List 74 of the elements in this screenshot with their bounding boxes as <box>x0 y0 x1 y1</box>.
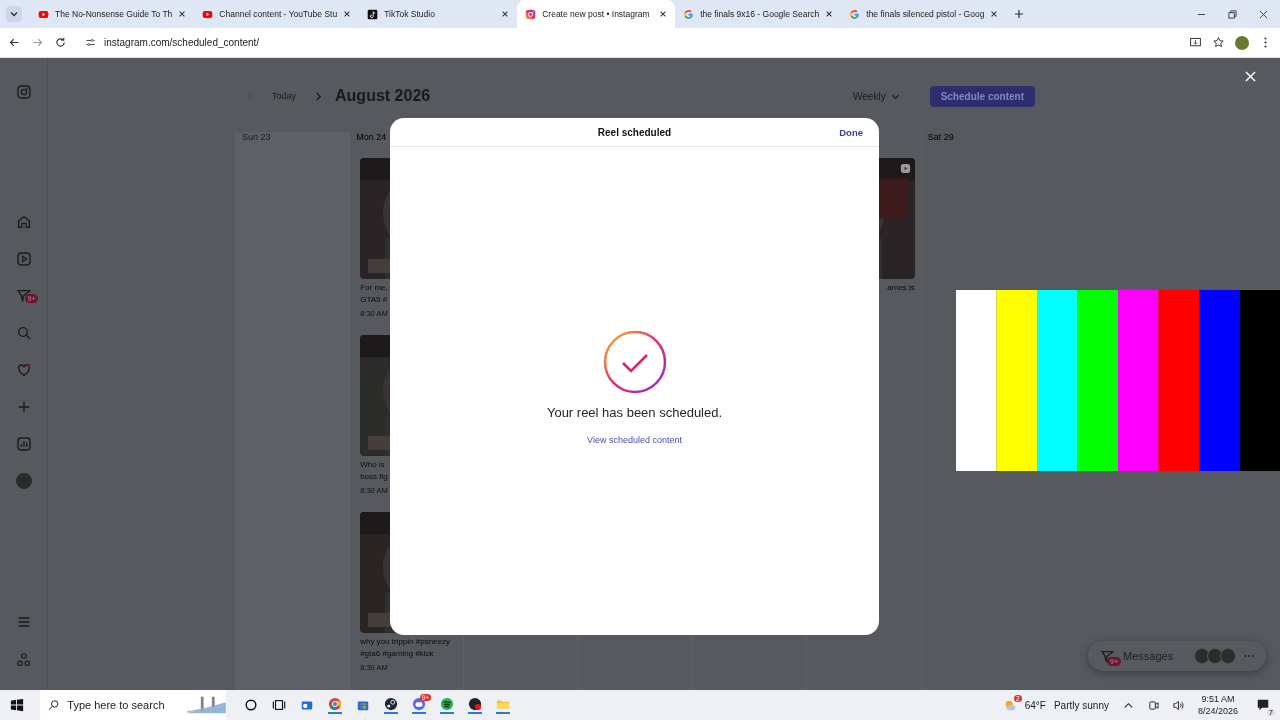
post-caption: Who is <box>360 459 386 471</box>
reload-icon[interactable] <box>54 36 67 49</box>
post-caption: For me, <box>360 282 389 294</box>
temperature: 64°F <box>1024 699 1046 711</box>
weather-label: Partly sunny <box>1053 699 1109 711</box>
close-icon[interactable] <box>990 10 999 18</box>
taskbar-search-field[interactable]: Type here to search <box>40 690 226 720</box>
letter-g-icon <box>683 8 695 20</box>
play-icon <box>899 163 911 174</box>
done-button[interactable]: Done <box>833 125 869 139</box>
search-icon <box>48 698 60 712</box>
dialog-title: Reel scheduled <box>597 126 672 138</box>
camera-icon <box>525 8 537 20</box>
avatar-stack <box>1197 648 1237 664</box>
chart-icon[interactable] <box>15 436 32 452</box>
letter-g-icon <box>849 8 861 20</box>
post-caption: why you trippin #psneezy <box>360 636 451 648</box>
close-icon[interactable] <box>825 10 834 18</box>
tab-list-icon[interactable] <box>6 6 22 22</box>
browser-tab[interactable]: the finals 9x16 - Google Search <box>675 0 842 28</box>
forward-icon[interactable] <box>31 36 44 49</box>
close-icon[interactable] <box>501 10 510 18</box>
post-caption: #gta6 #gaming #kick <box>360 648 435 660</box>
browser-tab[interactable]: the finals silenced pistol - Goog <box>841 0 1007 28</box>
chrome-icon[interactable] <box>328 696 342 714</box>
restore-icon[interactable] <box>1228 9 1237 19</box>
browser-tab[interactable]: TikTok Studio <box>359 0 518 28</box>
video-icon <box>202 8 214 20</box>
close-icon[interactable] <box>343 10 352 18</box>
search-input[interactable]: Type here to search <box>67 699 180 711</box>
video-icon <box>38 8 49 20</box>
steam-icon[interactable] <box>384 696 398 714</box>
meet-icon[interactable] <box>1147 699 1159 711</box>
next-icon[interactable] <box>314 91 324 101</box>
browser-tab[interactable]: Channel content - YouTube Stu <box>194 0 360 28</box>
play-icon[interactable] <box>15 251 32 267</box>
success-message: Your reel has been scheduled. <box>546 405 723 420</box>
messages-label: Messages <box>1123 650 1174 662</box>
address-field[interactable]: instagram.com/scheduled_content/ <box>77 31 1179 54</box>
start-icon[interactable] <box>10 698 24 712</box>
note-icon <box>367 8 379 20</box>
back-icon[interactable] <box>8 36 21 49</box>
post-caption: GTA5 # <box>360 294 389 306</box>
music-app-icon[interactable] <box>440 696 454 714</box>
install-icon[interactable] <box>1189 36 1202 49</box>
post-caption: boss fig <box>360 471 389 483</box>
task-view-icon[interactable] <box>272 698 286 712</box>
checkmark-icon <box>602 330 667 394</box>
clock-time: 9:51 AM <box>1201 693 1235 705</box>
browser-tab[interactable]: Create new post • Instagram <box>517 0 676 28</box>
speaker-icon[interactable] <box>1172 699 1184 711</box>
close-icon[interactable] <box>659 10 668 18</box>
notification-icon[interactable] <box>1256 698 1270 712</box>
recorder-icon[interactable] <box>468 696 482 714</box>
day-label: Mon 24 <box>356 132 387 142</box>
apps-icon[interactable] <box>15 652 32 668</box>
day-label: Sat 29 <box>927 132 954 142</box>
heart-icon[interactable] <box>15 362 32 378</box>
circle-icon[interactable] <box>244 698 258 712</box>
close-icon[interactable] <box>178 10 187 18</box>
home-icon[interactable] <box>15 214 32 230</box>
star-icon[interactable] <box>1212 36 1225 49</box>
view-scheduled-link[interactable]: View scheduled content <box>587 435 682 445</box>
plus-icon[interactable] <box>1014 9 1025 19</box>
browser-tab[interactable]: The No-Nonsense Guide To Th <box>30 0 195 28</box>
clock-date: 8/24/2026 <box>1197 705 1238 717</box>
post-caption: ames is <box>887 282 915 294</box>
search-icon[interactable] <box>15 325 32 341</box>
schedule-content-button[interactable]: Schedule content <box>929 85 1035 107</box>
close-icon[interactable] <box>1259 9 1268 19</box>
month-title: August 2026 <box>335 87 431 105</box>
profile-avatar[interactable] <box>1235 35 1249 50</box>
camera-icon[interactable] <box>15 84 32 100</box>
site-settings-icon[interactable] <box>85 37 96 48</box>
